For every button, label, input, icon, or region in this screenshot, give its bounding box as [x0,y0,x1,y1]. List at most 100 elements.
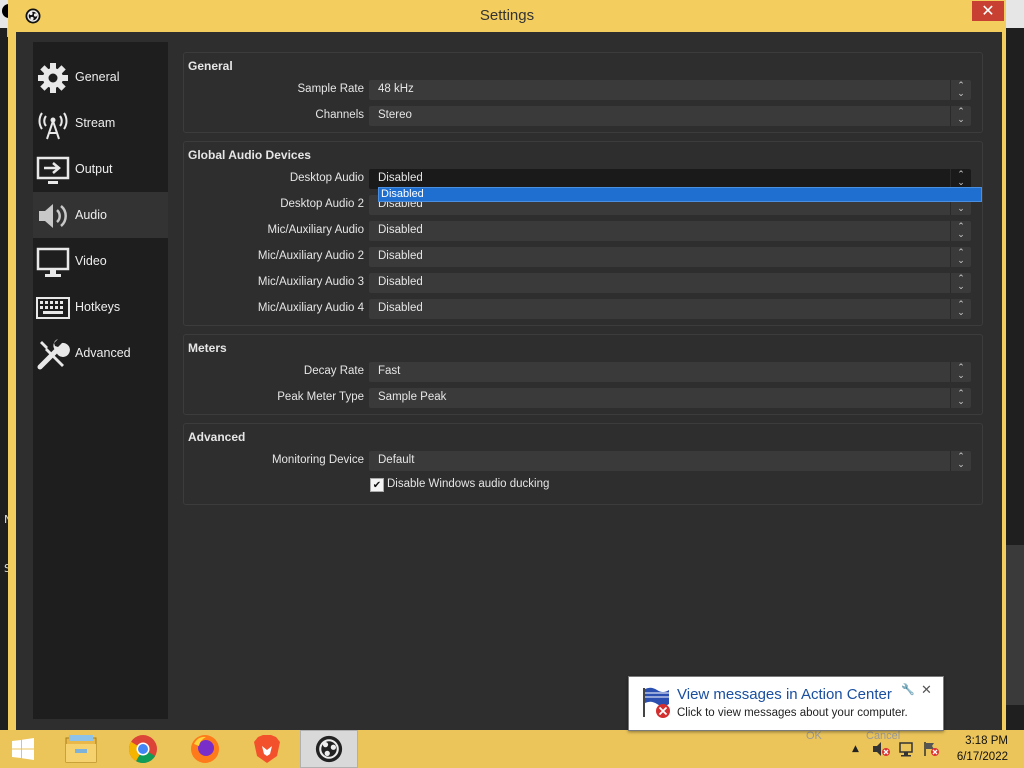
decay-rate-label: Decay Rate [303,365,364,377]
decay-rate-select[interactable]: Fast ⌃ ⌄ [369,362,971,382]
select-arrows-icon: ⌃⌄ [950,388,971,408]
toast-title: View messages in Action Center [677,686,892,703]
sidebar-item-stream[interactable]: Stream [33,100,168,146]
sidebar-item-label: Hotkeys [75,300,121,314]
mic-aux-audio-row: Mic/Auxiliary Audio Disabled ⌃ ⌄ [184,221,982,241]
desktop-audio-2-label: Desktop Audio 2 [280,198,364,210]
select-arrows-icon: ⌃⌄ [950,273,971,293]
peak-meter-label: Peak Meter Type [277,391,364,403]
network-icon [899,742,913,757]
channels-label: Channels [315,109,364,121]
sidebar-item-audio[interactable]: Audio [33,192,168,238]
global-audio-devices-group: Global Audio Devices Desktop Audio Disab… [183,141,983,326]
peak-meter-select[interactable]: Sample Peak ⌃ ⌄ [369,388,971,408]
select-arrows-icon: ⌃⌄ [950,169,971,189]
mic-aux-audio-label: Mic/Auxiliary Audio [267,224,364,236]
title-bar[interactable]: Settings ✕ [8,0,1006,32]
select-arrows-icon: ⌃⌄ [950,106,971,126]
sample-rate-select[interactable]: 48 kHz ⌃ ⌄ [369,80,971,100]
obs-logo-icon [315,735,343,763]
mic-aux-audio-select[interactable]: Disabled ⌃ ⌄ [369,221,971,241]
taskbar-file-explorer[interactable] [52,730,110,768]
peak-meter-value: Sample Peak [378,391,447,403]
advanced-group: Advanced Monitoring Device Default ⌃ ⌄ ✔ … [183,423,983,505]
dropdown-option-disabled[interactable]: Disabled [381,188,424,200]
close-button[interactable]: ✕ [972,1,1004,21]
mic-aux-audio-3-value: Disabled [378,276,423,288]
group-title-devices: Global Audio Devices [188,148,311,162]
ducking-row: ✔ Disable Windows audio ducking [184,478,982,498]
start-button[interactable] [0,730,46,768]
sidebar-item-hotkeys[interactable]: Hotkeys [33,284,168,330]
sidebar-item-general[interactable]: General [33,54,168,100]
select-arrows-icon: ⌃⌄ [950,299,971,319]
sample-rate-value: 48 kHz [378,83,414,95]
sample-rate-row: Sample Rate 48 kHz ⌃ ⌄ [184,80,982,100]
channels-value: Stereo [378,109,412,121]
background-right-panel [1004,545,1024,705]
ok-button[interactable]: OK [806,730,822,742]
desktop-audio-select[interactable]: Disabled ⌃ ⌄ [369,169,971,189]
decay-rate-row: Decay Rate Fast ⌃ ⌄ [184,362,982,382]
select-arrows-icon: ⌃⌄ [950,80,971,100]
action-center-notification[interactable]: View messages in Action Center Click to … [628,676,944,731]
mic-aux-audio-3-select[interactable]: Disabled ⌃ ⌄ [369,273,971,293]
chevron-up-icon: ▲ [852,744,859,754]
desktop-audio-row: Desktop Audio Disabled ⌃ ⌄ [184,169,982,189]
network-tray-icon[interactable] [898,730,916,768]
toast-body: Click to view messages about your comput… [677,707,908,719]
taskbar-clock[interactable]: 3:18 PM 6/17/2022 [948,733,1008,765]
clock-date: 6/17/2022 [956,751,1008,763]
sidebar-item-output[interactable]: Output [33,146,168,192]
group-title-advanced: Advanced [188,430,246,444]
taskbar-obs-studio[interactable] [300,730,358,768]
select-arrows-icon: ⌃⌄ [950,451,971,471]
ducking-label[interactable]: Disable Windows audio ducking [387,478,549,490]
sidebar-item-label: Stream [75,116,116,130]
sidebar-item-advanced[interactable]: Advanced [33,330,168,376]
monitoring-device-select[interactable]: Default ⌃ ⌄ [369,451,971,471]
sample-rate-label: Sample Rate [297,83,364,95]
taskbar-firefox[interactable] [176,730,234,768]
output-icon [36,156,70,184]
keyboard-icon [36,297,70,319]
channels-row: Channels Stereo ⌃ ⌄ [184,106,982,126]
show-hidden-icons-button[interactable]: ▲ [852,730,859,768]
settings-wrench-icon[interactable]: 🔧 [901,683,915,696]
peak-meter-row: Peak Meter Type Sample Peak ⌃ ⌄ [184,388,982,408]
channels-select[interactable]: Stereo ⌃ ⌄ [369,106,971,126]
tools-icon [37,339,70,370]
action-center-tray-icon[interactable] [922,730,940,768]
select-arrows-icon: ⌃⌄ [950,362,971,382]
taskbar-chrome[interactable] [114,730,172,768]
window-title: Settings [479,7,535,24]
mic-aux-audio-2-row: Mic/Auxiliary Audio 2 Disabled ⌃ ⌄ [184,247,982,267]
chrome-icon [129,735,157,763]
desktop-audio-dropdown-list: Disabled [378,187,982,202]
mic-aux-audio-3-label: Mic/Auxiliary Audio 3 [257,276,364,288]
volume-muted-icon [873,742,890,756]
sidebar-item-label: Audio [75,208,107,222]
group-title-general: General [188,59,233,73]
monitoring-device-label: Monitoring Device [271,454,364,466]
sidebar-item-label: Output [75,162,113,176]
sidebar-item-video[interactable]: Video [33,238,168,284]
mic-aux-audio-2-select[interactable]: Disabled ⌃ ⌄ [369,247,971,267]
mic-aux-audio-4-label: Mic/Auxiliary Audio 4 [257,302,364,314]
gear-icon [38,63,68,93]
desktop-audio-label: Desktop Audio [289,172,364,184]
action-center-flag-icon [643,687,670,718]
cancel-button[interactable]: Cancel [866,730,900,742]
settings-sidebar: General Stream Output Audio Video Hotkey… [33,42,168,719]
antenna-icon [38,112,68,140]
taskbar-brave[interactable] [238,730,296,768]
monitoring-device-value: Default [378,454,415,466]
sidebar-item-label: General [75,70,120,84]
mic-aux-audio-4-select[interactable]: Disabled ⌃ ⌄ [369,299,971,319]
ducking-checkbox[interactable]: ✔ [370,478,384,492]
checkmark-icon: ✔ [372,479,382,491]
monitor-icon [36,247,70,277]
decay-rate-value: Fast [378,365,401,377]
toast-close-icon[interactable]: ✕ [921,683,932,698]
firefox-icon [191,735,219,763]
